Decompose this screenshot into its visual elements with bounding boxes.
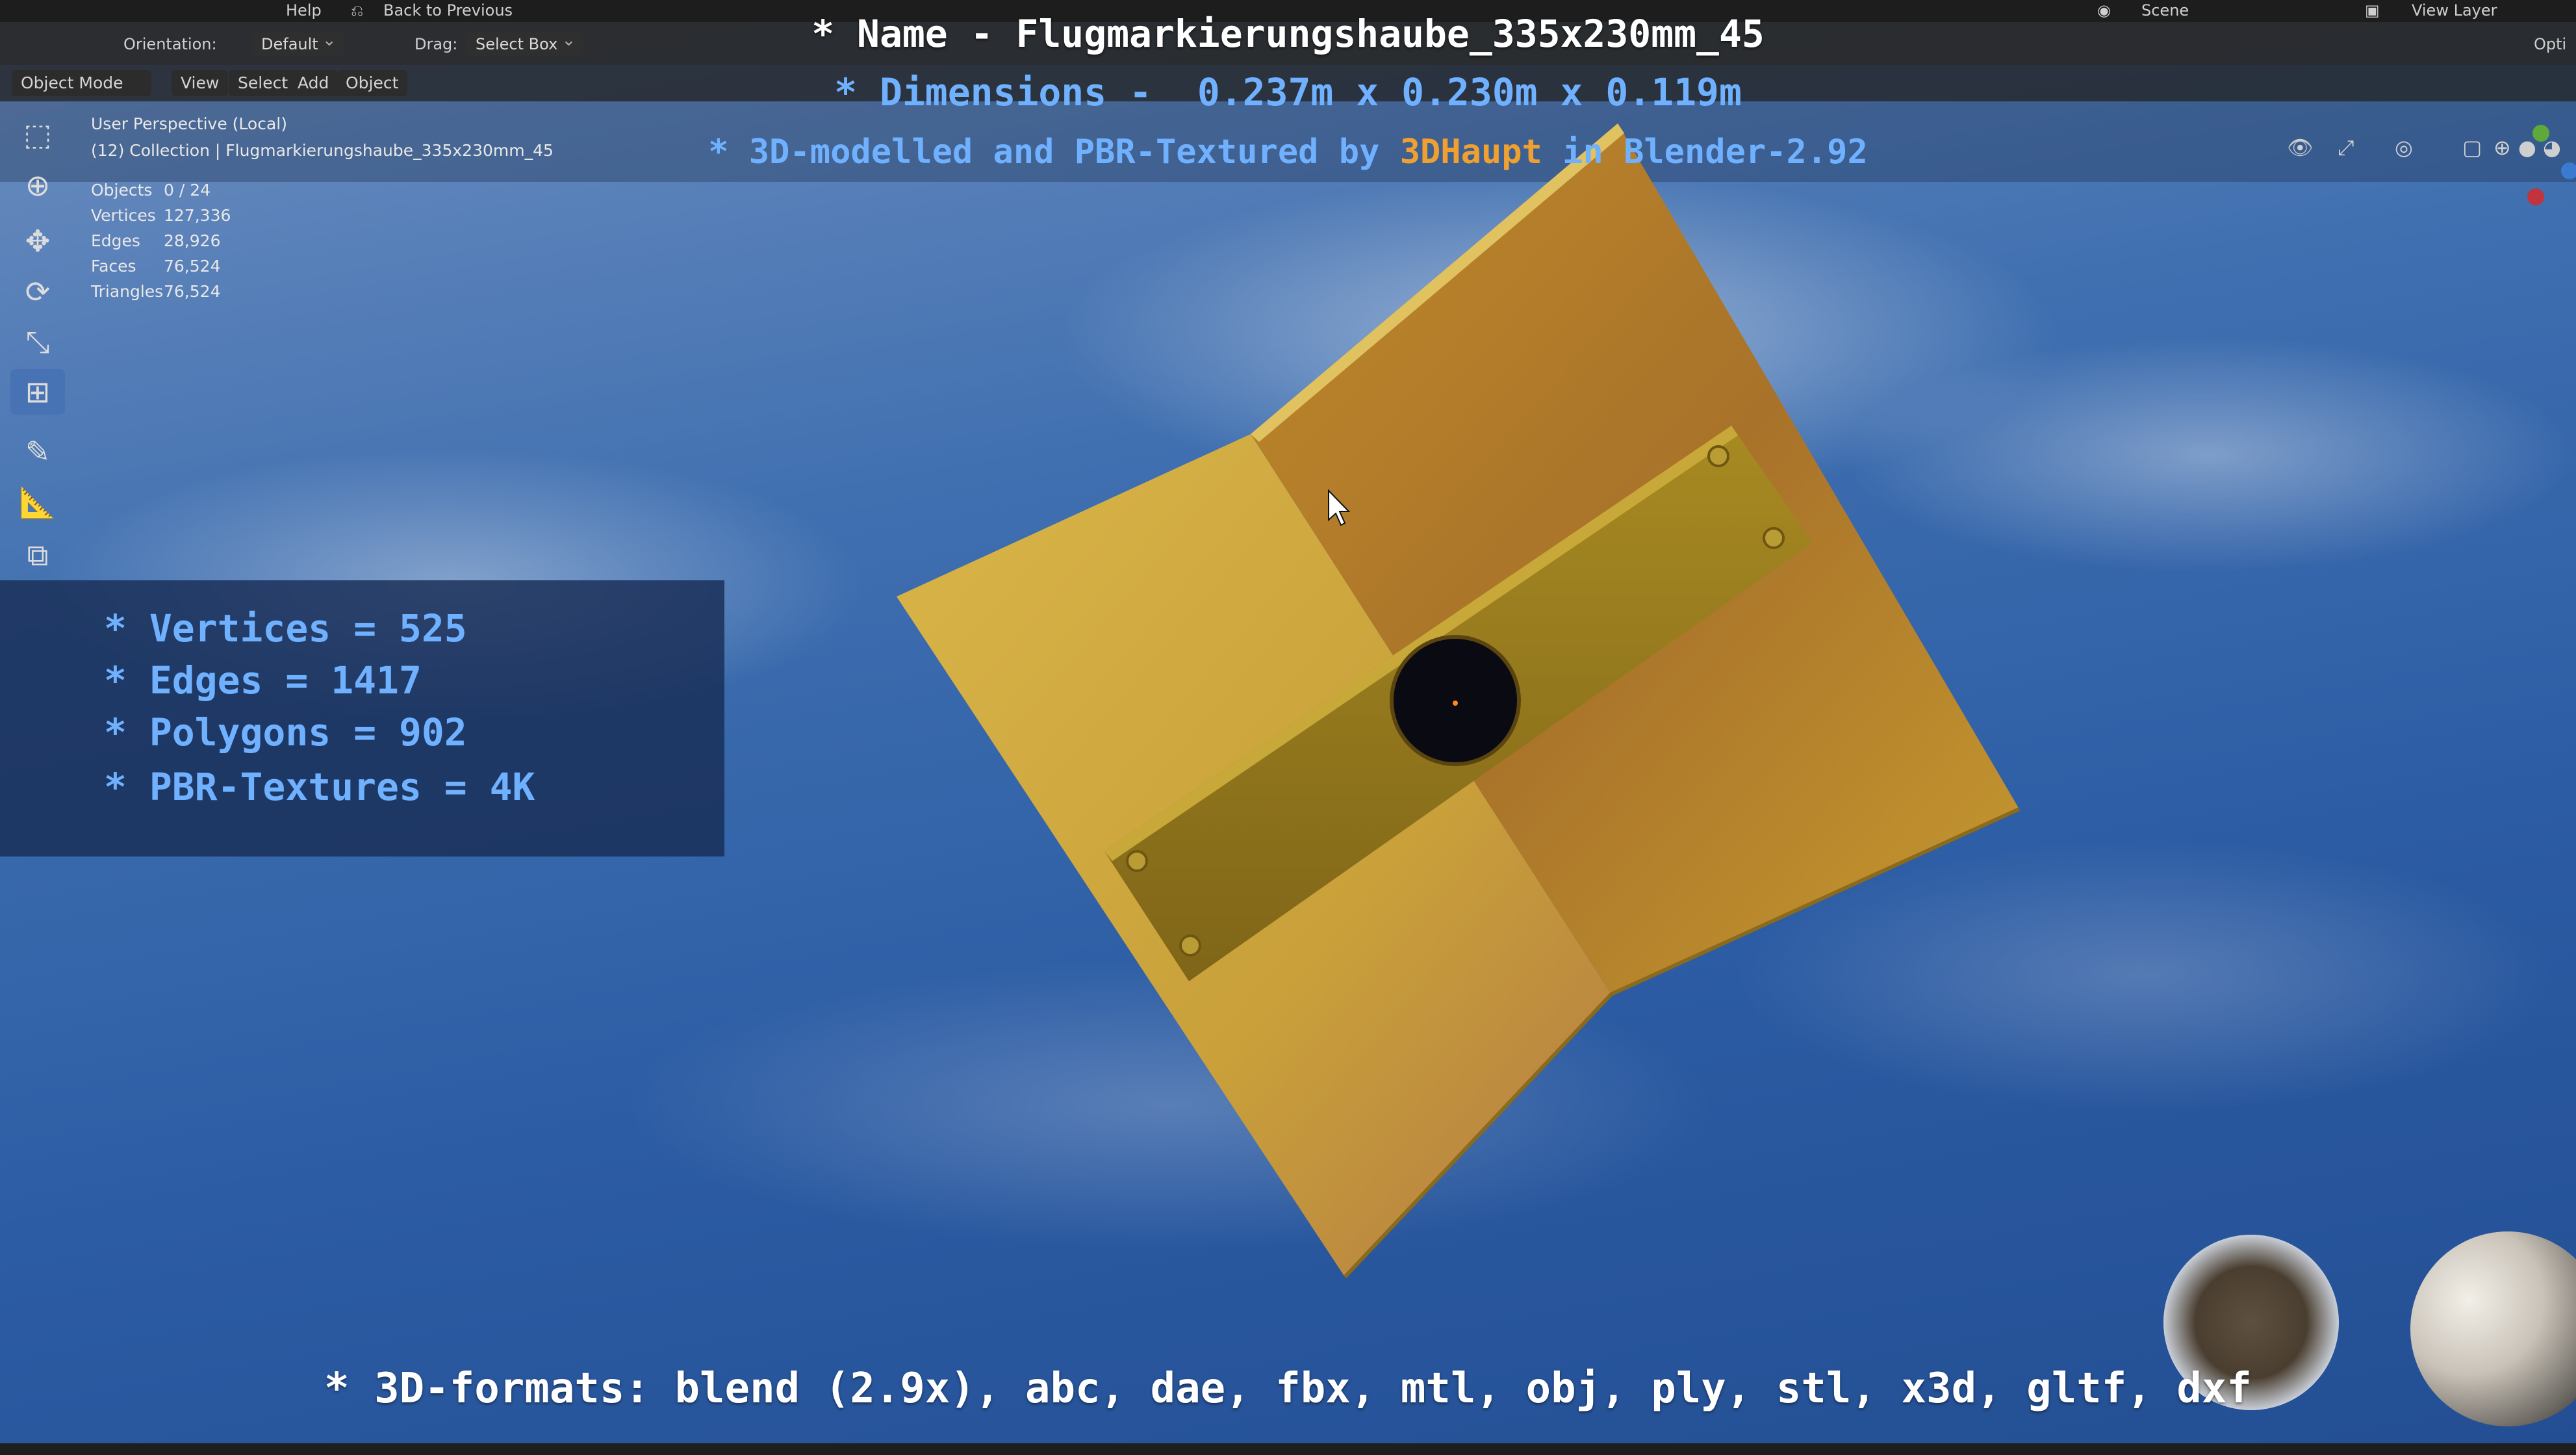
bolt bbox=[1763, 527, 1785, 549]
stat-row: Edges 28,926 bbox=[91, 231, 231, 257]
model-info-panel: * Vertices = 525 * Edges = 1417 * Polygo… bbox=[0, 580, 724, 856]
bolt bbox=[1707, 445, 1729, 467]
stat-value: 28,926 bbox=[164, 231, 221, 250]
perspective-label: User Perspective (Local) bbox=[91, 114, 287, 133]
stat-value: 127,336 bbox=[164, 206, 231, 225]
measure-icon[interactable]: 📐 bbox=[10, 480, 65, 525]
stat-row: Triangles 76,524 bbox=[91, 282, 231, 307]
dimensions-value: 0.237m x 0.230m x 0.119m bbox=[1197, 70, 1742, 114]
statistics: Objects 0 / 24 Vertices 127,336 Edges 28,92… bbox=[91, 181, 231, 307]
credit-suffix: in Blender-2.92 bbox=[1542, 133, 1868, 172]
bolt bbox=[1179, 934, 1201, 957]
move-icon[interactable]: ✥ bbox=[10, 218, 65, 264]
stat-row: Faces 76,524 bbox=[91, 257, 231, 282]
info-polygons: * Polygons = 902 bbox=[104, 710, 467, 754]
stat-row: Vertices 127,336 bbox=[91, 206, 231, 231]
credit-prefix: * 3D-modelled and PBR-Textured by bbox=[708, 133, 1400, 172]
stat-value: 76,524 bbox=[164, 257, 221, 276]
status-bar bbox=[0, 1443, 2576, 1455]
credit-author: 3DHaupt bbox=[1399, 133, 1542, 172]
stat-value: 0 / 24 bbox=[164, 181, 211, 200]
gizmo-y-axis[interactable] bbox=[2532, 125, 2549, 142]
stat-label: Objects bbox=[91, 181, 153, 200]
add-cube-icon[interactable]: ⧉ bbox=[10, 533, 65, 578]
origin-dot bbox=[1453, 701, 1458, 706]
info-vertices: * Vertices = 525 bbox=[104, 606, 467, 650]
stat-label: Vertices bbox=[91, 206, 156, 225]
transform-icon[interactable]: ⊞ bbox=[10, 369, 65, 415]
dimensions-title: * Dimensions - 0.237m x 0.230m x 0.119m bbox=[0, 70, 2576, 114]
info-textures: * PBR-Textures = 4K bbox=[104, 765, 535, 809]
formats-line: * 3D-formats: blend (2.9x), abc, dae, fb… bbox=[324, 1365, 2252, 1413]
stat-row: Objects 0 / 24 bbox=[91, 181, 231, 206]
stat-label: Faces bbox=[91, 257, 136, 276]
credit-line: * 3D-modelled and PBR-Textured by 3DHaup… bbox=[0, 133, 2576, 172]
stat-value: 76,524 bbox=[164, 282, 221, 301]
gizmo-x-axis[interactable] bbox=[2527, 188, 2544, 205]
dimensions-prefix: * Dimensions - bbox=[834, 70, 1197, 114]
scale-icon[interactable]: ⤡ bbox=[10, 320, 65, 365]
model-name-title: * Name - Flugmarkierungshaube_335x230mm_… bbox=[811, 12, 1765, 56]
annotate-icon[interactable]: ✎ bbox=[10, 429, 65, 474]
gizmo-z-axis[interactable] bbox=[2561, 162, 2576, 179]
stat-label: Triangles bbox=[91, 282, 164, 301]
info-edges: * Edges = 1417 bbox=[104, 658, 422, 702]
stat-label: Edges bbox=[91, 231, 140, 250]
rotate-icon[interactable]: ⟳ bbox=[10, 269, 65, 315]
bolt bbox=[1126, 850, 1148, 872]
